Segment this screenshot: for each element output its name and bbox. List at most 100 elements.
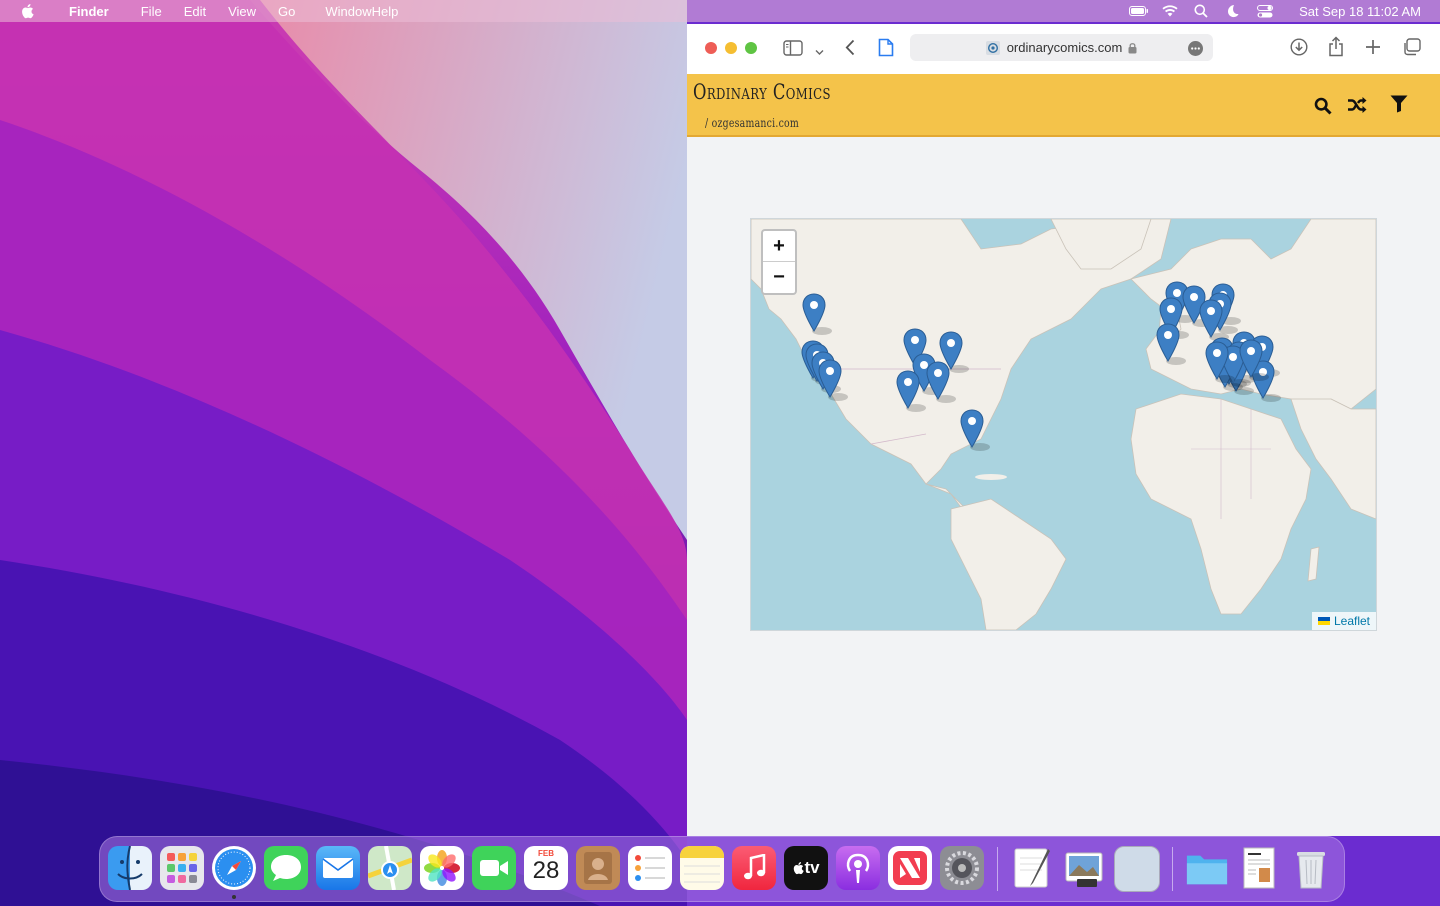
more-options-icon[interactable]: [1188, 41, 1203, 56]
podcast-icon: [846, 853, 870, 883]
filter-icon[interactable]: [1390, 95, 1408, 118]
envelope-icon: [322, 858, 354, 878]
safari-running-indicator: [232, 895, 236, 899]
search-icon[interactable]: [1314, 97, 1332, 120]
tab-overview-icon[interactable]: [1402, 38, 1421, 61]
photos-flower-icon: [424, 850, 460, 886]
download-icon[interactable]: [1290, 38, 1308, 61]
menu-window-help[interactable]: WindowHelp: [314, 4, 409, 19]
safari-window: ordinarycomics.com Ordinary Comics / ozg…: [687, 24, 1440, 836]
dock-launchpad[interactable]: [160, 846, 204, 890]
dock-photos[interactable]: [420, 846, 464, 890]
page-icon[interactable]: [878, 38, 894, 62]
control-center-icon[interactable]: [1257, 4, 1274, 18]
apple-tv-logo-icon: [794, 862, 805, 875]
wifi-icon[interactable]: [1162, 5, 1178, 17]
tv-label: tv: [804, 858, 820, 877]
gear-icon: [945, 851, 979, 885]
back-icon[interactable]: [845, 39, 855, 61]
finder-face-icon: [117, 846, 143, 890]
maps-icon: [368, 846, 412, 890]
video-camera-icon: [480, 860, 508, 876]
news-icon: [893, 851, 927, 885]
map-marker-icon[interactable]: [1156, 323, 1186, 365]
dock: FEB 28 tv: [99, 836, 1345, 902]
menu-bar: Finder File Edit View Go WindowHelp Sat …: [0, 0, 1440, 22]
textedit-icon: [1014, 848, 1050, 888]
notes-pad-icon: [680, 846, 724, 883]
map-attribution: Leaflet: [1311, 612, 1376, 630]
new-tab-icon[interactable]: [1365, 39, 1381, 60]
battery-icon[interactable]: [1129, 6, 1149, 16]
spotlight-icon[interactable]: [1194, 4, 1208, 18]
dock-blank-app[interactable]: [1114, 846, 1160, 892]
site-header: Ordinary Comics / ozgesamanci.com: [687, 74, 1440, 137]
focus-moon-icon[interactable]: [1226, 4, 1239, 18]
site-subtitle-link[interactable]: / ozgesamanci.com: [705, 116, 799, 130]
folder-icon: [1186, 855, 1228, 885]
menu-go[interactable]: Go: [267, 4, 306, 19]
safari-compass-icon: [215, 849, 253, 887]
map-marker-icon[interactable]: [960, 409, 990, 451]
document-icon: [1243, 847, 1275, 889]
dock-tv[interactable]: tv: [784, 846, 828, 890]
dock-folder[interactable]: [1185, 846, 1229, 890]
map-marker-icon[interactable]: [818, 359, 848, 401]
zoom-window-button[interactable]: [745, 42, 757, 54]
dock-notes[interactable]: [680, 846, 724, 890]
world-map[interactable]: + − Leaflet: [750, 218, 1377, 631]
ukraine-flag-icon: [1317, 617, 1330, 625]
share-icon[interactable]: [1328, 36, 1344, 62]
close-window-button[interactable]: [705, 42, 717, 54]
dock-calendar[interactable]: FEB 28: [524, 846, 568, 890]
preview-photos-icon: [1065, 852, 1103, 887]
menu-file[interactable]: File: [130, 4, 173, 19]
menu-app-name[interactable]: Finder: [58, 4, 120, 19]
calendar-day: 28: [532, 857, 560, 884]
marker-layer: [801, 281, 1281, 451]
dock-system-preferences[interactable]: [940, 846, 984, 890]
menu-clock[interactable]: Sat Sep 18 11:02 AM: [1299, 4, 1421, 19]
dock-safari[interactable]: [212, 846, 256, 890]
url-text: ordinarycomics.com: [1006, 40, 1123, 55]
menu-edit[interactable]: Edit: [173, 4, 217, 19]
dock-separator-2: [1172, 847, 1173, 891]
speech-bubble-icon: [271, 855, 301, 881]
safari-toolbar: ordinarycomics.com: [687, 24, 1440, 74]
dock-trash[interactable]: [1289, 846, 1333, 890]
dock-contacts[interactable]: [576, 846, 620, 890]
trash-icon: [1297, 852, 1325, 889]
dock-finder[interactable]: [108, 846, 152, 890]
launchpad-grid-icon: [167, 853, 197, 883]
sidebar-icon[interactable]: [783, 40, 803, 61]
leaflet-link[interactable]: Leaflet: [1334, 614, 1370, 628]
dock-music[interactable]: [732, 846, 776, 890]
apple-logo-icon[interactable]: [20, 3, 34, 19]
zoom-in-button[interactable]: +: [763, 231, 795, 262]
site-title[interactable]: Ordinary Comics: [693, 80, 831, 104]
zoom-out-button[interactable]: −: [763, 262, 795, 292]
contact-person-icon: [584, 852, 612, 884]
zoom-control: + −: [761, 229, 797, 295]
shuffle-icon[interactable]: [1347, 96, 1367, 119]
minimize-window-button[interactable]: [725, 42, 737, 54]
lock-icon: [1128, 42, 1137, 53]
dock-reminders[interactable]: [628, 846, 672, 890]
dock-textedit[interactable]: [1010, 846, 1054, 890]
dock-maps[interactable]: [368, 846, 412, 890]
dock-separator: [997, 847, 998, 891]
dock-facetime[interactable]: [472, 846, 516, 890]
dock-document[interactable]: [1237, 846, 1281, 890]
map-marker-icon[interactable]: [802, 293, 832, 335]
chevron-down-icon[interactable]: [815, 43, 824, 61]
address-bar[interactable]: ordinarycomics.com: [910, 34, 1213, 61]
dock-preview[interactable]: [1062, 846, 1106, 890]
dock-news[interactable]: [888, 846, 932, 890]
site-favicon-icon: [985, 40, 1000, 55]
menu-view[interactable]: View: [217, 4, 267, 19]
music-note-icon: [744, 854, 766, 880]
dock-podcasts[interactable]: [836, 846, 880, 890]
dock-messages[interactable]: [264, 846, 308, 890]
dock-mail[interactable]: [316, 846, 360, 890]
checklist-icon: [635, 855, 665, 881]
